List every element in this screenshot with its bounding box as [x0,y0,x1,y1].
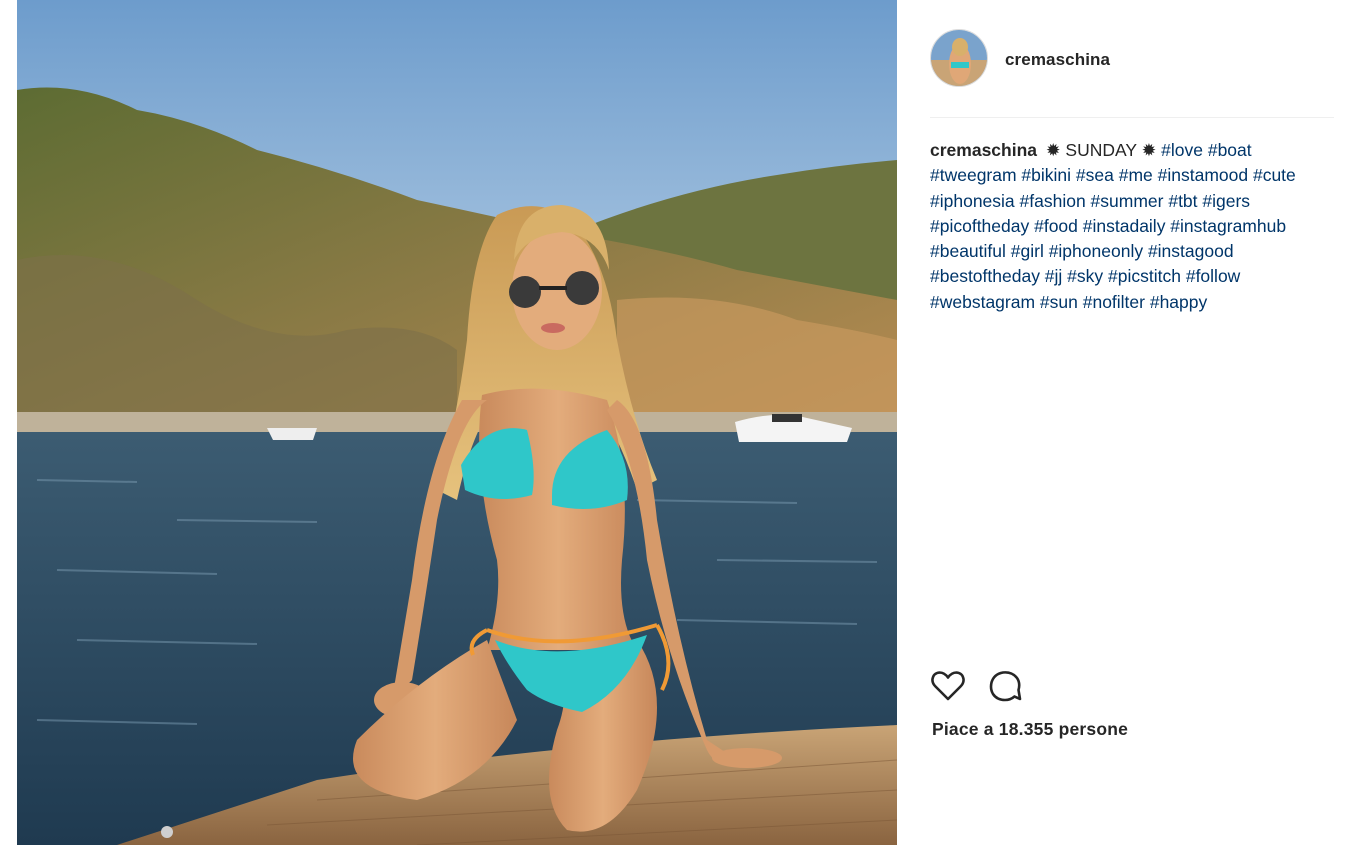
post-header: cremaschina [930,29,1334,118]
post-caption: cremaschina ✹ SUNDAY ✹ #love #boat #twee… [930,138,1330,315]
username-link[interactable]: cremaschina [1005,50,1110,70]
comment-bubble-icon [989,671,1022,702]
photo-illustration [17,0,897,845]
heart-icon [931,671,965,701]
post-actions [930,668,1023,704]
post-sidebar: cremaschina cremaschina ✹ SUNDAY ✹ #love… [897,0,1350,845]
caption-text: ✹ SUNDAY ✹ [1045,140,1157,160]
post-photo[interactable] [17,0,897,845]
likes-count[interactable]: Piace a 18.355 persone [932,719,1128,740]
comment-button[interactable] [987,668,1023,704]
avatar-image [931,30,987,86]
caption-hashtags[interactable]: #love #boat #tweegram #bikini #sea #me #… [930,140,1296,312]
caption-username[interactable]: cremaschina [930,140,1037,160]
like-button[interactable] [930,668,966,704]
avatar[interactable] [930,29,988,87]
